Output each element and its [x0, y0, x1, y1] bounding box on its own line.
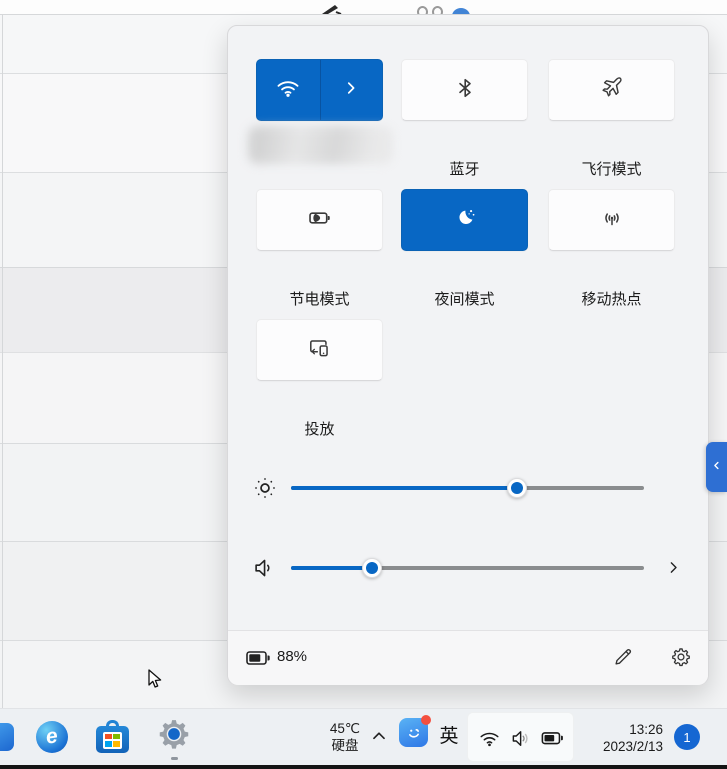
microsoft-store-icon[interactable] — [96, 720, 129, 753]
battery-saver-icon — [307, 205, 333, 236]
wifi-expand-button[interactable] — [319, 60, 383, 120]
screen-bottom-edge — [0, 765, 727, 769]
tray-wifi-icon — [477, 726, 501, 750]
tray-battery-icon — [541, 726, 565, 750]
time-text: 13:26 — [629, 722, 663, 737]
date-text: 2023/2/13 — [602, 739, 663, 754]
background-top-strip — [0, 0, 727, 15]
chevron-up-icon — [368, 732, 390, 751]
settings-button[interactable] — [666, 644, 696, 674]
bluetooth-tile[interactable] — [401, 59, 528, 121]
brightness-thumb[interactable] — [506, 478, 527, 498]
settings-app-icon[interactable] — [154, 714, 194, 754]
cast-icon — [307, 335, 333, 366]
desktop-screen: 蓝牙 飞行模式 节电模式 夜间模式 移动热点 投放 88% e 45℃ 硬盘 英… — [0, 0, 727, 769]
bluetooth-label: 蓝牙 — [449, 161, 480, 178]
battery-icon — [246, 649, 272, 672]
wifi-tile[interactable] — [256, 59, 383, 121]
wifi-network-name-redacted — [248, 126, 393, 164]
chevron-left-icon — [711, 458, 722, 476]
volume-speaker-icon[interactable] — [250, 553, 280, 583]
ime-app-tray-icon[interactable] — [399, 715, 431, 747]
pencil-icon — [612, 646, 634, 673]
clock-widget[interactable]: 13:26 2023/2/13 — [583, 721, 663, 755]
night-mode-tile[interactable] — [401, 189, 528, 251]
mobile-hotspot-label: 移动热点 — [581, 291, 642, 308]
sidebar-collapse-tab[interactable] — [706, 442, 727, 492]
settings-running-indicator — [171, 757, 178, 760]
ime-language-indicator[interactable]: 英 — [434, 721, 464, 748]
background-window-edge — [2, 15, 3, 708]
temperature-text: 45℃ — [329, 721, 361, 736]
mouse-cursor — [144, 668, 166, 695]
wifi-icon — [275, 75, 301, 106]
volume-fill — [291, 566, 373, 570]
brightness-fill — [291, 486, 517, 490]
quick-settings-panel: 蓝牙 飞行模式 节电模式 夜间模式 移动热点 投放 88% — [227, 25, 709, 685]
mobile-hotspot-tile[interactable] — [548, 189, 675, 251]
gear-icon — [670, 646, 692, 673]
mobile-hotspot-icon — [599, 205, 625, 236]
edit-quick-settings-button[interactable] — [608, 644, 638, 674]
quick-settings-footer: 88% — [228, 630, 708, 685]
cast-tile[interactable] — [256, 319, 383, 381]
battery-percent-text[interactable]: 88% — [277, 648, 307, 665]
battery-saver-tile[interactable] — [256, 189, 383, 251]
volume-expand-button[interactable] — [660, 554, 686, 580]
background-divider — [0, 14, 727, 15]
airplane-mode-tile[interactable] — [548, 59, 675, 121]
disk-label-text: 硬盘 — [331, 738, 359, 753]
night-mode-icon — [452, 205, 478, 236]
tray-overflow-button[interactable] — [368, 725, 392, 749]
hardware-monitor-widget[interactable]: 45℃ 硬盘 — [320, 720, 370, 754]
chevron-right-icon — [342, 79, 360, 102]
notification-dot — [421, 715, 431, 725]
volume-thumb[interactable] — [362, 558, 383, 578]
system-tray-quick-settings-button[interactable] — [467, 712, 574, 762]
notification-count-badge[interactable]: 1 — [674, 724, 700, 750]
night-mode-label: 夜间模式 — [434, 291, 495, 308]
bluetooth-icon — [453, 76, 477, 105]
taskbar-app-cutoff-icon[interactable] — [0, 723, 14, 751]
tray-volume-icon — [509, 726, 533, 750]
browser-app-icon[interactable]: e — [36, 721, 68, 753]
airplane-icon — [599, 75, 624, 105]
brightness-sun-icon — [250, 473, 280, 503]
wifi-toggle-button[interactable] — [257, 60, 320, 120]
cast-label: 投放 — [304, 421, 335, 438]
battery-saver-label: 节电模式 — [289, 291, 350, 308]
microsoft-logo — [103, 731, 122, 749]
airplane-mode-label: 飞行模式 — [581, 161, 642, 178]
